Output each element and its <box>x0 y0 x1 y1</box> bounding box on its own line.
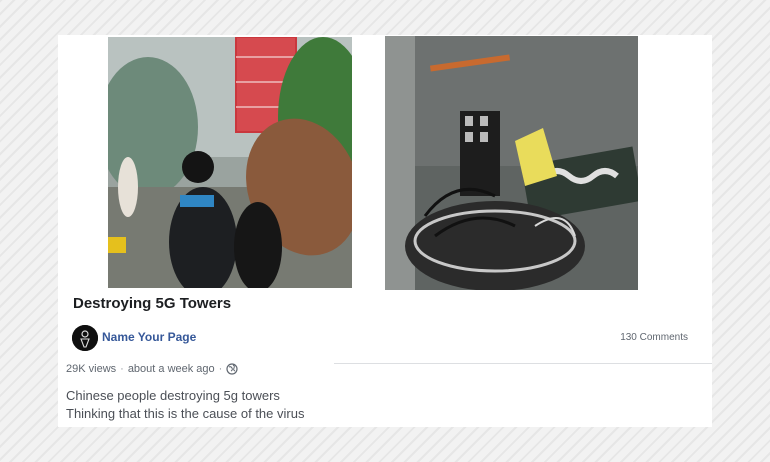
post-description: Chinese people destroying 5g towers Thin… <box>66 387 304 423</box>
post-meta: 29K views · about a week ago · <box>66 363 238 375</box>
meta-separator: · <box>218 363 223 375</box>
post-title[interactable]: Destroying 5G Towers <box>73 295 231 312</box>
protest-video-thumbnail[interactable] <box>108 37 352 288</box>
page-avatar-icon <box>72 325 98 351</box>
description-line: Chinese people destroying 5g towers <box>66 388 280 403</box>
comments-count-link[interactable]: 130 Comments <box>620 332 688 343</box>
views-count: 29K views <box>66 363 117 375</box>
globe-icon <box>226 363 238 375</box>
avatar[interactable] <box>72 325 98 351</box>
divider <box>334 363 712 364</box>
description-line: Thinking that this is the cause of the v… <box>66 406 305 421</box>
post-time[interactable]: about a week ago <box>128 363 215 375</box>
post-card: Destroying 5G Towers Name Your Page 130 … <box>58 35 712 427</box>
page-name-link[interactable]: Name Your Page <box>102 330 196 344</box>
meta-separator: · <box>120 363 124 375</box>
equipment-video-thumbnail[interactable] <box>385 36 638 290</box>
